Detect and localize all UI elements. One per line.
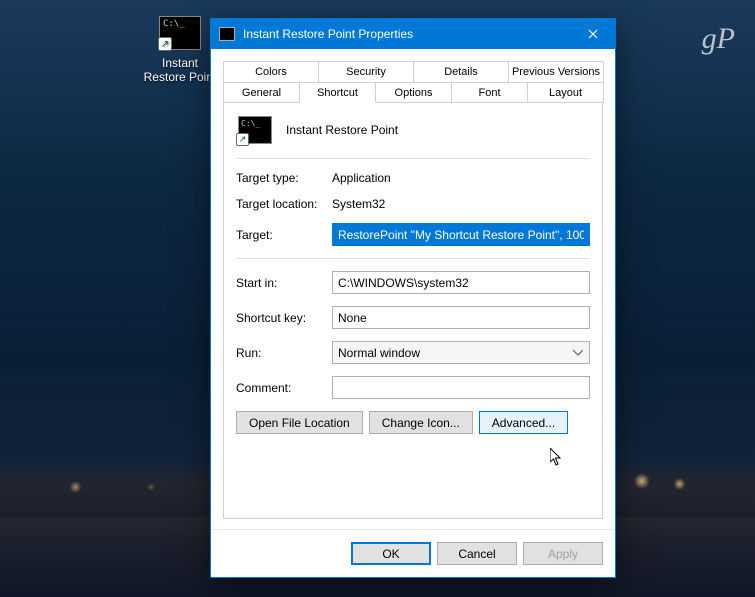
shortcut-cmd-icon: ↗ [238,116,272,144]
tab-shortcut[interactable]: Shortcut [299,82,376,103]
start-in-label: Start in: [236,276,332,290]
desktop-shortcut-icon[interactable]: ↗ Instant Restore Point [140,16,220,84]
tab-security[interactable]: Security [318,61,414,82]
tab-colors[interactable]: Colors [223,61,319,82]
advanced-button[interactable]: Advanced... [479,411,568,434]
comment-label: Comment: [236,381,332,395]
dialog-buttons: OK Cancel Apply [211,529,615,577]
shortcut-key-input[interactable] [332,306,590,329]
target-label: Target: [236,228,332,242]
tab-panel-shortcut: ↗ Instant Restore Point Target type: App… [223,102,603,519]
desktop-icon-label: Instant Restore Point [140,56,220,84]
cmd-icon: ↗ [159,16,201,50]
tab-layout[interactable]: Layout [527,82,604,103]
titlebar[interactable]: Instant Restore Point Properties [211,19,615,49]
shortcut-arrow-icon: ↗ [158,37,172,51]
tab-options[interactable]: Options [375,82,452,103]
shortcut-name: Instant Restore Point [286,123,398,137]
target-location-value: System32 [332,197,590,211]
open-file-location-button[interactable]: Open File Location [236,411,363,434]
close-button[interactable] [570,19,615,49]
apply-button[interactable]: Apply [523,542,603,565]
tab-details[interactable]: Details [413,61,509,82]
tab-previous-versions[interactable]: Previous Versions [508,61,604,82]
cancel-button[interactable]: Cancel [437,542,517,565]
target-type-label: Target type: [236,171,332,185]
ok-button[interactable]: OK [351,542,431,565]
run-label: Run: [236,346,332,360]
dialog-body: Colors Security Details Previous Version… [211,49,615,529]
tab-font[interactable]: Font [451,82,528,103]
divider [236,158,590,159]
titlebar-cmd-icon [219,27,235,41]
target-input[interactable] [332,223,590,246]
change-icon-button[interactable]: Change Icon... [369,411,473,434]
watermark: gP [702,22,735,56]
close-icon [588,29,598,39]
tabs: Colors Security Details Previous Version… [223,61,603,103]
shortcut-arrow-icon: ↗ [236,133,249,146]
properties-dialog: Instant Restore Point Properties Colors … [210,18,616,578]
comment-input[interactable] [332,376,590,399]
target-location-label: Target location: [236,197,332,211]
run-select[interactable]: Normal window [332,341,590,364]
start-in-input[interactable] [332,271,590,294]
titlebar-title: Instant Restore Point Properties [243,27,570,41]
target-type-value: Application [332,171,590,185]
shortcut-key-label: Shortcut key: [236,311,332,325]
tab-general[interactable]: General [223,82,300,103]
divider [236,258,590,259]
